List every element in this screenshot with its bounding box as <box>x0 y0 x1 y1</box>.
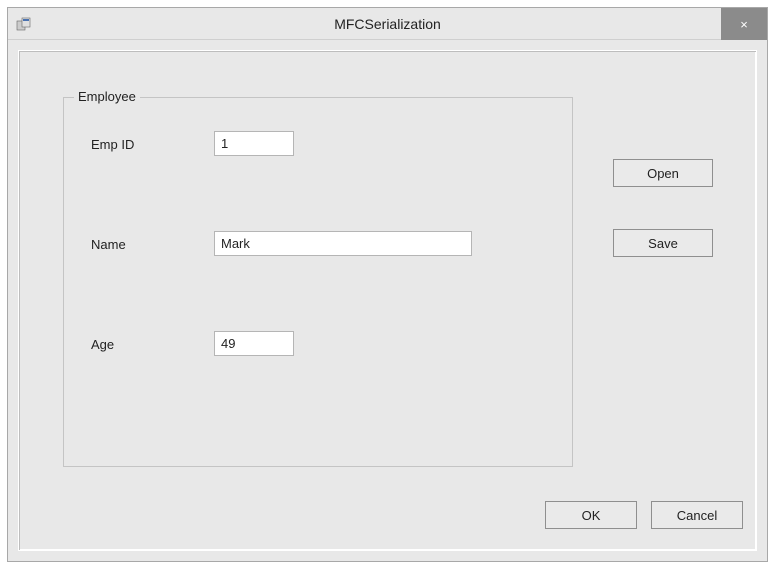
window-title: MFCSerialization <box>334 16 441 32</box>
name-label: Name <box>91 237 126 252</box>
emp-id-label: Emp ID <box>91 137 134 152</box>
close-button[interactable]: × <box>721 8 767 40</box>
open-button[interactable]: Open <box>613 159 713 187</box>
client-outer: Employee Emp ID Name Age Open Save OK Ca… <box>8 40 767 561</box>
emp-id-input[interactable] <box>214 131 294 156</box>
titlebar: MFCSerialization × <box>8 8 767 40</box>
close-icon: × <box>740 17 748 32</box>
age-input[interactable] <box>214 331 294 356</box>
dialog-window: MFCSerialization × Employee Emp ID Name … <box>7 7 768 562</box>
name-input[interactable] <box>214 231 472 256</box>
employee-groupbox: Employee <box>63 97 573 467</box>
save-button[interactable]: Save <box>613 229 713 257</box>
client-area: Employee Emp ID Name Age Open Save OK Ca… <box>18 50 757 551</box>
app-icon <box>16 16 32 32</box>
ok-button[interactable]: OK <box>545 501 637 529</box>
groupbox-legend: Employee <box>74 89 140 104</box>
age-label: Age <box>91 337 114 352</box>
cancel-button[interactable]: Cancel <box>651 501 743 529</box>
